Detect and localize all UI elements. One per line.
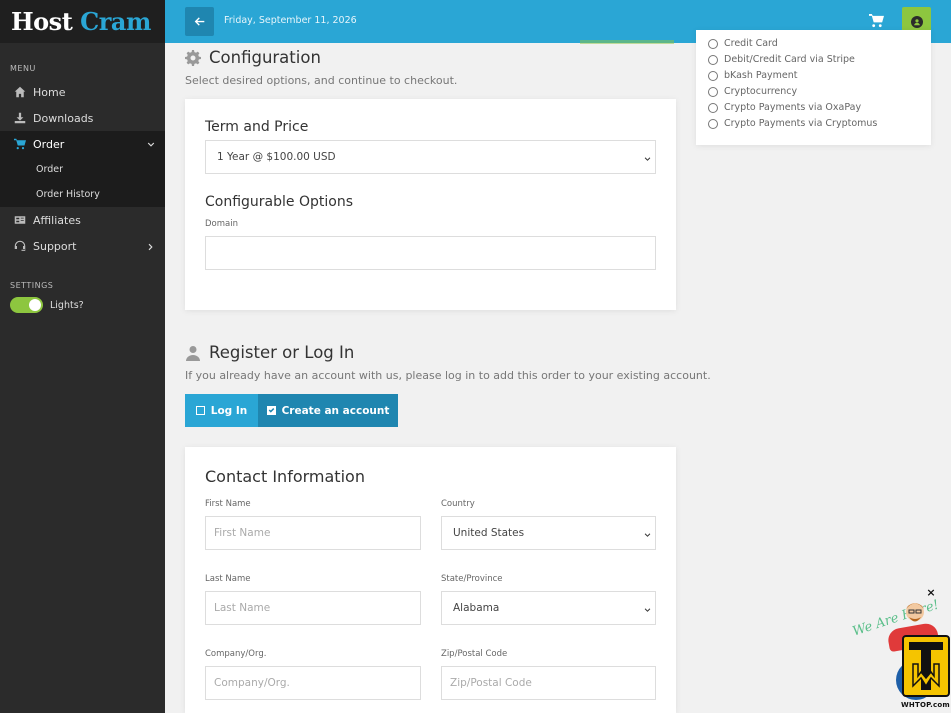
zip-input[interactable]: Zip/Postal Code — [441, 666, 656, 700]
arrow-left-icon — [194, 17, 205, 26]
lights-toggle[interactable] — [10, 297, 43, 313]
back-button[interactable] — [185, 7, 214, 36]
sidebar-item-order[interactable]: Order — [0, 131, 165, 157]
gear-icon — [185, 49, 201, 66]
continue-button-edge[interactable] — [580, 40, 674, 44]
lights-setting: Lights? — [0, 297, 165, 313]
configuration-card: Term and Price 1 Year @ $100.00 USD Conf… — [185, 99, 676, 310]
support-icon — [14, 240, 26, 252]
affiliates-icon — [14, 214, 26, 226]
chevron-down-icon — [644, 154, 651, 161]
options-heading: Configurable Options — [205, 194, 353, 210]
contact-card: Contact Information First Name First Nam… — [185, 447, 676, 713]
payment-option[interactable]: Crypto Payments via OxaPay — [708, 102, 861, 113]
radio-icon — [708, 118, 718, 129]
country-select[interactable]: United States — [441, 516, 656, 550]
payment-option[interactable]: Credit Card — [708, 38, 778, 49]
home-icon — [14, 86, 26, 98]
menu-heading: MENU — [10, 64, 36, 73]
radio-icon — [708, 54, 718, 65]
lights-label: Lights? — [50, 299, 84, 311]
current-date: Friday, September 11, 2026 — [224, 15, 357, 26]
radio-icon — [708, 86, 718, 97]
radio-icon — [708, 70, 718, 81]
checkbox-checked-icon — [266, 406, 276, 415]
register-title: Register or Log In — [185, 343, 354, 362]
last-name-label: Last Name — [205, 574, 251, 584]
chevron-down-icon — [644, 530, 651, 537]
brand-logo[interactable]: Host Cram — [0, 0, 165, 43]
configuration-title: Configuration — [185, 48, 321, 67]
cart-button[interactable] — [869, 13, 885, 29]
sidebar-item-downloads[interactable]: Downloads — [0, 105, 165, 131]
radio-icon — [708, 102, 718, 113]
user-icon — [186, 345, 200, 361]
sidebar-item-support[interactable]: Support — [0, 233, 165, 259]
chevron-right-icon — [147, 241, 155, 251]
sidebar-item-home[interactable]: Home — [0, 79, 165, 105]
checkbox-empty-icon — [195, 406, 205, 415]
sidebar-item-label: Order — [33, 137, 65, 151]
user-icon — [910, 15, 923, 28]
contact-heading: Contact Information — [205, 467, 365, 486]
term-select[interactable]: 1 Year @ $100.00 USD — [205, 140, 656, 174]
submenu-item-order-history[interactable]: Order History — [0, 182, 165, 207]
download-icon — [14, 112, 26, 124]
state-label: State/Province — [441, 574, 503, 584]
domain-input[interactable] — [205, 236, 656, 270]
submenu-item-order[interactable]: Order — [0, 157, 165, 182]
order-submenu: Order Order History — [0, 157, 165, 207]
create-account-button[interactable]: Create an account — [258, 394, 398, 427]
sidebar-item-label: Support — [33, 239, 77, 253]
first-name-label: First Name — [205, 499, 251, 509]
whtop-label: WHTOP.com — [901, 701, 950, 709]
payment-option[interactable]: Debit/Credit Card via Stripe — [708, 54, 855, 65]
chat-widget[interactable]: We Are Here! WHTOP.com — [848, 598, 951, 713]
sidebar-item-label: Downloads — [33, 111, 94, 125]
configuration-subtitle: Select desired options, and continue to … — [185, 74, 458, 87]
last-name-input[interactable]: Last Name — [205, 591, 421, 625]
sidebar-item-label: Affiliates — [33, 213, 81, 227]
sidebar-item-affiliates[interactable]: Affiliates — [0, 207, 165, 233]
first-name-input[interactable]: First Name — [205, 516, 421, 550]
radio-icon — [708, 38, 718, 49]
country-label: Country — [441, 499, 475, 509]
state-select[interactable]: Alabama — [441, 591, 656, 625]
sidebar: Host Cram MENU Home Downloads Order Orde… — [0, 0, 165, 713]
login-button[interactable]: Log In — [185, 394, 258, 427]
cart-icon — [869, 13, 884, 28]
chevron-down-icon — [644, 605, 651, 612]
payment-option[interactable]: Cryptocurrency — [708, 86, 797, 97]
payment-methods-card: Credit Card Debit/Credit Card via Stripe… — [696, 30, 931, 145]
sidebar-item-label: Home — [33, 85, 66, 99]
payment-option[interactable]: bKash Payment — [708, 70, 798, 81]
register-subtitle: If you already have an account with us, … — [185, 369, 711, 382]
payment-option[interactable]: Crypto Payments via Cryptomus — [708, 118, 877, 129]
chevron-down-icon — [147, 139, 155, 147]
domain-label: Domain — [205, 219, 238, 229]
zip-label: Zip/Postal Code — [441, 649, 508, 659]
logo-text: Host Cram — [11, 6, 151, 36]
term-heading: Term and Price — [205, 119, 309, 135]
whtop-badge-icon — [902, 635, 950, 697]
settings-heading: SETTINGS — [10, 281, 54, 290]
chat-close-button[interactable]: × — [926, 587, 936, 598]
cart-icon — [14, 138, 26, 150]
company-label: Company/Org. — [205, 649, 267, 659]
company-input[interactable]: Company/Org. — [205, 666, 421, 700]
